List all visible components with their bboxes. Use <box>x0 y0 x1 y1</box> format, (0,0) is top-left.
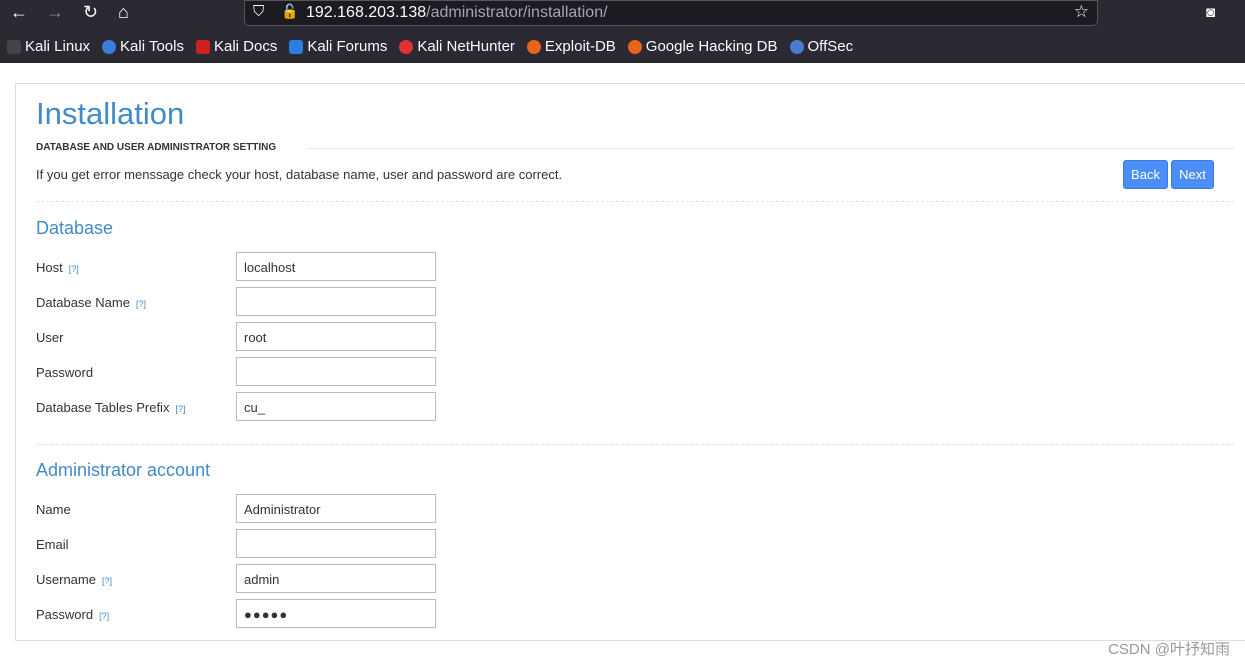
bookmark-kali-linux[interactable]: Kali Linux <box>7 38 90 55</box>
pocket-icon[interactable]: ◙ <box>1206 4 1215 21</box>
exploit-db-icon <box>526 39 541 54</box>
kali-docs-icon <box>195 39 210 54</box>
database-name-input[interactable] <box>236 287 436 316</box>
installation-panel: Installation DATABASE AND USER ADMINISTR… <box>15 83 1245 641</box>
home-icon[interactable]: ⌂ <box>118 2 129 23</box>
name-label: Name <box>36 502 71 517</box>
bookmark-google-hacking-db[interactable]: Google Hacking DB <box>627 38 778 55</box>
help-link[interactable]: [?] <box>136 299 146 309</box>
kali-icon <box>7 39 21 54</box>
bookmark-kali-nethunter[interactable]: Kali NetHunter <box>399 38 515 55</box>
url-bar[interactable]: ⛉ 🔓 192.168.203.138/administrator/instal… <box>244 0 1098 26</box>
help-link[interactable]: [?] <box>102 576 112 586</box>
email-input[interactable] <box>236 529 436 558</box>
bookmark-offsec[interactable]: OffSec <box>789 38 853 55</box>
user-label: User <box>36 330 64 345</box>
help-link[interactable]: [?] <box>99 611 109 621</box>
bookmark-exploit-db[interactable]: Exploit-DB <box>526 38 616 55</box>
name-input[interactable]: Administrator <box>236 494 436 523</box>
url-text: 192.168.203.138/administrator/installati… <box>306 4 608 21</box>
table-prefix-input[interactable]: cu_ <box>236 392 436 421</box>
insecure-lock-icon: 🔓 <box>281 3 299 19</box>
help-link[interactable]: [?] <box>69 264 79 274</box>
kali-tools-icon <box>102 39 117 54</box>
bookmark-kali-forums[interactable]: Kali Forums <box>289 38 387 55</box>
help-link[interactable]: [?] <box>175 404 185 414</box>
shield-icon: ⛉ <box>253 3 265 20</box>
back-button[interactable]: Back <box>1123 160 1168 189</box>
table-prefix-label: Database Tables Prefix [?] <box>36 400 186 415</box>
offsec-icon <box>789 39 804 54</box>
section-subtitle: DATABASE AND USER ADMINISTRATOR SETTING <box>36 142 277 153</box>
database-name-label: Database Name [?] <box>36 295 146 310</box>
divider <box>36 201 1234 202</box>
next-button[interactable]: Next <box>1171 160 1214 189</box>
user-input[interactable]: root <box>236 322 436 351</box>
host-input[interactable]: localhost <box>236 252 436 281</box>
host-label: Host [?] <box>36 260 79 275</box>
bookmark-kali-docs[interactable]: Kali Docs <box>195 38 277 55</box>
email-label: Email <box>36 537 69 552</box>
database-heading: Database <box>36 218 114 238</box>
username-input[interactable]: admin <box>236 564 436 593</box>
admin-heading: Administrator account <box>36 460 211 480</box>
db-password-input[interactable] <box>236 357 436 386</box>
divider <box>308 148 1234 149</box>
ghdb-icon <box>627 39 642 54</box>
watermark: CSDN @叶抒知雨 <box>1108 641 1230 658</box>
admin-password-input[interactable]: ●●●●● <box>236 599 436 628</box>
hint-text: If you get error menssage check your hos… <box>36 167 563 182</box>
divider <box>36 444 1234 445</box>
admin-password-label: Password [?] <box>36 607 110 622</box>
kali-forums-icon <box>289 39 304 54</box>
bookmark-star-icon[interactable]: ☆ <box>1074 2 1089 22</box>
forward-arrow-icon[interactable]: → <box>46 2 64 23</box>
nethunter-icon <box>399 39 414 54</box>
username-label: Username [?] <box>36 572 112 587</box>
reload-icon[interactable]: ↻ <box>83 2 98 23</box>
page-title: Installation <box>36 96 185 131</box>
browser-toolbar: ← → ↻ ⌂ ⛉ 🔓 192.168.203.138/administrato… <box>0 0 1245 63</box>
bookmark-kali-tools[interactable]: Kali Tools <box>102 38 184 55</box>
back-arrow-icon[interactable]: ← <box>10 2 28 23</box>
bookmarks-bar: Kali Linux Kali Tools Kali Docs Kali For… <box>7 38 853 55</box>
db-password-label: Password <box>36 365 94 380</box>
